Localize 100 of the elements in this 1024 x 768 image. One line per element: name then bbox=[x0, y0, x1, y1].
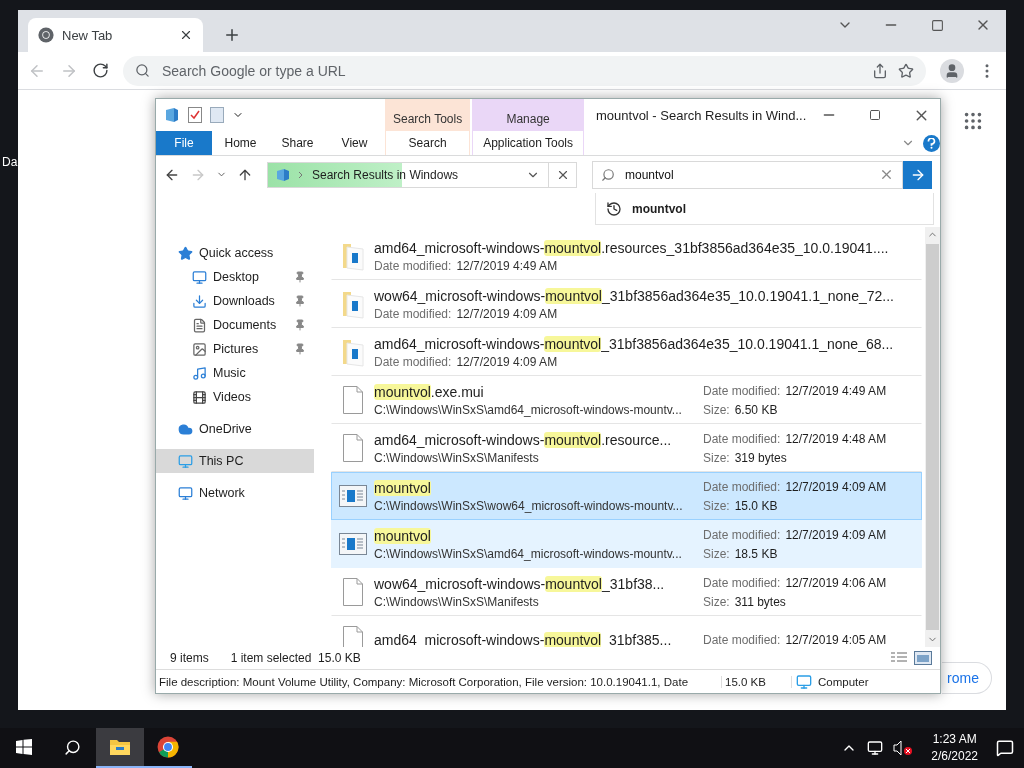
reload-icon[interactable] bbox=[92, 62, 109, 79]
file-icon bbox=[341, 625, 365, 648]
cloud-icon bbox=[178, 421, 193, 437]
bookmark-star-icon[interactable] bbox=[898, 62, 914, 79]
search-suggestion[interactable]: mountvol bbox=[595, 193, 934, 225]
nav-label: Downloads bbox=[213, 294, 276, 309]
new-tab-icon[interactable] bbox=[223, 26, 241, 44]
file-description: File description: Mount Volume Utility, Company: Microsoft Corporation, File version: 10.0.19041.1, Date bbox=[156, 675, 722, 688]
date-modified: Date modified: 12/7/2019 4:48 AM bbox=[703, 431, 888, 446]
nav-label: Desktop bbox=[213, 270, 260, 285]
nav-item[interactable]: Downloads bbox=[156, 289, 314, 314]
music-note-icon bbox=[192, 365, 207, 381]
file-size: 15.0 KB bbox=[722, 675, 792, 688]
nav-item[interactable]: Videos bbox=[156, 385, 314, 410]
profile-avatar[interactable] bbox=[940, 58, 964, 83]
windows-logo-icon bbox=[16, 739, 32, 755]
chrome-logo-icon bbox=[38, 27, 54, 43]
explorer-app-icon[interactable] bbox=[164, 107, 180, 123]
ribbon-tab[interactable]: View bbox=[326, 131, 383, 155]
search-icon bbox=[63, 738, 81, 756]
ribbon-tab[interactable]: Application Tools bbox=[472, 131, 584, 155]
apps-grid-icon[interactable] bbox=[962, 110, 984, 132]
file-icon bbox=[341, 577, 365, 608]
breadcrumb-chevron-icon bbox=[298, 170, 304, 179]
file-row[interactable]: mountvol C:\Windows\WinSxS\wow64_microsoft-windows-mountv... Date modified: 12/7/2019 4:09 AM Size: 15.0 KB bbox=[331, 472, 922, 521]
file-row[interactable]: wow64_microsoft-windows-mountvol_31bf38... C:\Windows\WinSxS\Manifests Date modified: 12/7/2019 4:06 AM Size: 311 bytes bbox=[331, 568, 922, 617]
context-tab-header: Manage bbox=[472, 99, 584, 131]
search-field[interactable]: mountvol bbox=[592, 160, 903, 189]
browser-tab[interactable]: New Tab bbox=[28, 18, 203, 52]
date-modified: Date modified: 12/7/2019 4:09 AM bbox=[703, 527, 888, 542]
nav-item[interactable]: Network bbox=[156, 481, 314, 506]
file-menu-tab[interactable]: File bbox=[156, 131, 212, 155]
file-name: wow64_microsoft-windows-mountvol_31bf3856ad364e35_10.0.19041.1_none_72... bbox=[374, 287, 895, 304]
help-icon[interactable] bbox=[923, 134, 941, 152]
volume-muted-icon[interactable] bbox=[893, 740, 914, 756]
address-path: Search Results in Windows bbox=[312, 167, 460, 182]
ribbon-tab[interactable]: Share bbox=[269, 131, 326, 155]
clock-time: 1:23 AM bbox=[932, 731, 977, 748]
picture-icon bbox=[192, 341, 207, 357]
maximize-icon[interactable] bbox=[869, 109, 882, 121]
clock-date: 2/6/2022 bbox=[931, 748, 978, 765]
nav-item[interactable]: Pictures bbox=[156, 337, 314, 362]
history-icon bbox=[606, 200, 622, 217]
nav-item[interactable]: OneDrive bbox=[156, 417, 314, 442]
file-size: Size: 311 bytes bbox=[703, 594, 787, 609]
search-results-icon bbox=[276, 167, 290, 182]
nav-label: Pictures bbox=[213, 342, 260, 357]
nav-label: Documents bbox=[213, 318, 278, 333]
item-count: 9 items bbox=[170, 651, 209, 666]
search-icon bbox=[135, 63, 150, 78]
ribbon-tab[interactable]: Home bbox=[212, 131, 269, 155]
file-size: Size: 319 bytes bbox=[703, 450, 788, 465]
nav-label: Network bbox=[199, 486, 246, 501]
omnibox-input[interactable]: Search Google or type a URL bbox=[160, 61, 862, 80]
application-icon bbox=[339, 533, 367, 556]
nav-item[interactable]: Desktop bbox=[156, 265, 314, 290]
nav-item[interactable]: Music bbox=[156, 361, 314, 386]
file-row[interactable]: amd64_microsoft-windows-mountvol_31bf3856ad364e35_10.0.19041.1_none_68... Date modified: 12/7/2019 4:09 AM bbox=[331, 328, 922, 377]
taskbar-app[interactable] bbox=[96, 728, 144, 768]
file-name: mountvol.exe.mui bbox=[374, 383, 485, 400]
omnibox-field[interactable]: Search Google or type a URL bbox=[123, 55, 926, 86]
file-row[interactable]: mountvol C:\Windows\WinSxS\amd64_microsoft-windows-mountv... Date modified: 12/7/2019 4:09 AM Size: 18.5 KB bbox=[331, 520, 922, 569]
file-row[interactable]: wow64_microsoft-windows-mountvol_31bf3856ad364e35_10.0.19041.1_none_72... Date modified: 12/7/2019 4:09 AM bbox=[331, 280, 922, 329]
date-modified: Date modified: 12/7/2019 4:09 AM bbox=[374, 354, 559, 369]
notifications-icon[interactable] bbox=[996, 739, 1014, 757]
computer-icon bbox=[178, 453, 193, 469]
search-input[interactable]: mountvol bbox=[625, 165, 869, 184]
share-icon[interactable] bbox=[872, 62, 888, 79]
tiles-view-icon[interactable] bbox=[914, 651, 932, 666]
address-bar[interactable]: Search Results in Windows bbox=[267, 161, 549, 188]
folder-icon bbox=[341, 289, 365, 320]
search-icon bbox=[601, 167, 615, 182]
window-title: mountvol - Search Results in Wind... bbox=[596, 107, 807, 123]
date-modified: Date modified: 12/7/2019 4:05 AM bbox=[703, 633, 888, 648]
file-path: C:\Windows\WinSxS\wow64_microsoft-windows-mountv... bbox=[374, 498, 684, 513]
file-name: amd64_microsoft-windows-mountvol_31bf385... bbox=[374, 632, 673, 648]
application-icon bbox=[339, 485, 367, 508]
search-go-button[interactable] bbox=[903, 160, 932, 189]
close-icon[interactable] bbox=[179, 28, 193, 42]
customize-button[interactable]: rome bbox=[942, 662, 992, 694]
file-row[interactable]: amd64_microsoft-windows-mountvol.resources_31bf3856ad364e35_10.0.19041.... Date modified: 12/7/2019 4:49 AM bbox=[331, 232, 922, 281]
clear-button[interactable] bbox=[549, 161, 577, 188]
desktop-icon bbox=[192, 269, 207, 285]
folder-icon bbox=[109, 738, 131, 756]
desktop-icon-label[interactable]: Da bbox=[2, 155, 18, 169]
ribbon-tab[interactable]: Search bbox=[385, 131, 471, 155]
nav-item[interactable]: Quick access bbox=[156, 241, 314, 266]
file-icon bbox=[341, 385, 365, 416]
nav-label: This PC bbox=[199, 454, 245, 469]
nav-item[interactable]: This PC bbox=[156, 449, 314, 474]
nav-item[interactable]: Documents bbox=[156, 313, 314, 338]
file-row[interactable]: mountvol.exe.mui C:\Windows\WinSxS\amd64_microsoft-windows-mountv... Date modified: 12/7/2019 4:49 AM Size: 6.50 KB bbox=[331, 376, 922, 425]
maximize-icon[interactable] bbox=[930, 18, 944, 32]
suggestion-text: mountvol bbox=[632, 201, 686, 216]
file-name: amd64_microsoft-windows-mountvol_31bf3856ad364e35_10.0.19041.1_none_68... bbox=[374, 335, 895, 352]
file-name: amd64_microsoft-windows-mountvol.resource... bbox=[374, 431, 673, 448]
properties-icon[interactable] bbox=[188, 107, 202, 123]
date-modified: Date modified: 12/7/2019 4:49 AM bbox=[703, 383, 888, 398]
clock[interactable]: 1:23 AM 2/6/2022 bbox=[931, 731, 978, 765]
folder-icon bbox=[341, 337, 365, 368]
